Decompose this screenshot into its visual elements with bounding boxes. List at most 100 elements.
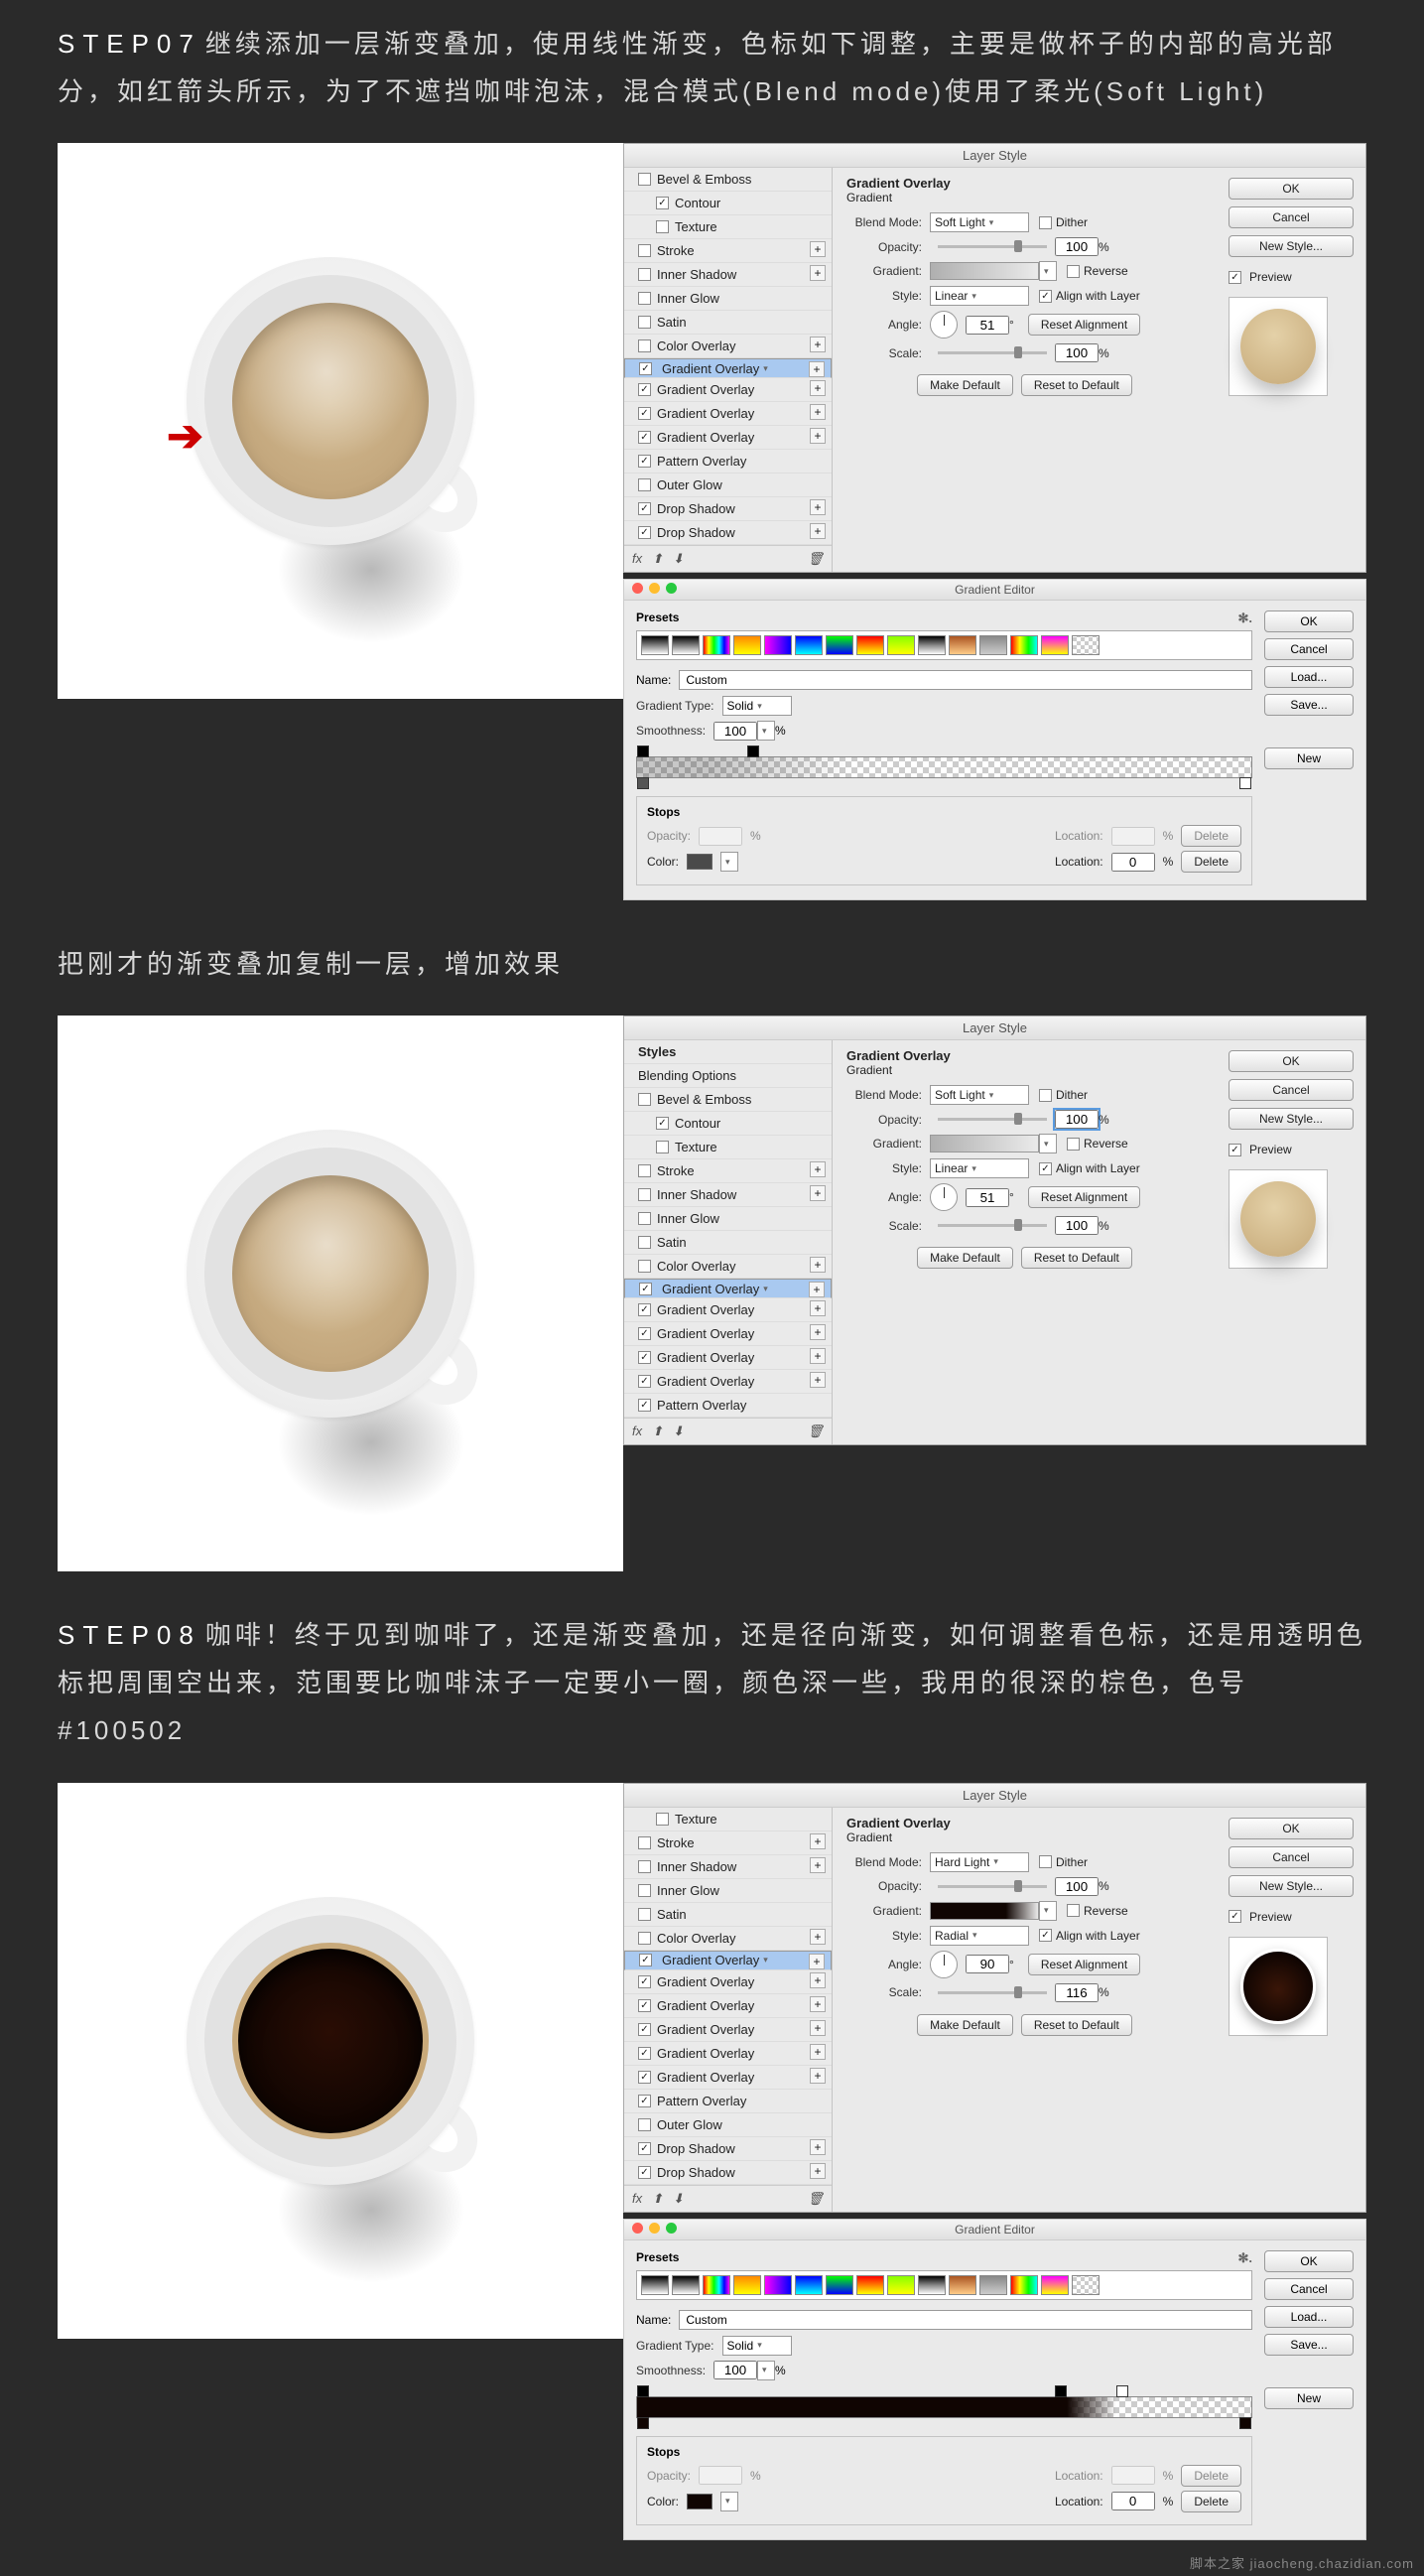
list-item[interactable]: Outer Glow xyxy=(624,2113,832,2137)
reset-alignment-button[interactable]: Reset Alignment xyxy=(1028,314,1140,336)
angle-dial[interactable] xyxy=(930,311,958,339)
checkbox-icon[interactable] xyxy=(638,244,651,257)
arrow-down-icon[interactable]: ⬇ xyxy=(673,2191,684,2207)
checkbox-icon[interactable] xyxy=(638,455,651,468)
scale-input[interactable] xyxy=(1055,1216,1099,1235)
list-item[interactable]: Gradient Overlay+ xyxy=(624,1346,832,1370)
color-stop[interactable] xyxy=(637,2417,649,2429)
reset-default-button[interactable]: Reset to Default xyxy=(1021,374,1132,396)
delete-button[interactable]: Delete xyxy=(1181,851,1241,873)
opacity-input[interactable] xyxy=(1055,1877,1099,1896)
trash-icon[interactable]: 🗑 xyxy=(807,551,824,567)
save-button[interactable]: Save... xyxy=(1264,2334,1354,2356)
color-stop[interactable] xyxy=(1239,2417,1251,2429)
trash-icon[interactable]: 🗑 xyxy=(807,2191,824,2207)
checkbox-icon[interactable] xyxy=(656,220,669,233)
save-button[interactable]: Save... xyxy=(1264,694,1354,716)
angle-input[interactable] xyxy=(966,1955,1009,1973)
ok-button[interactable]: OK xyxy=(1229,178,1354,200)
list-item[interactable]: Outer Glow xyxy=(624,474,832,497)
plus-icon[interactable]: + xyxy=(810,380,826,396)
list-item[interactable]: Color Overlay+ xyxy=(624,1927,832,1951)
angle-input[interactable] xyxy=(966,316,1009,335)
arrow-up-icon[interactable]: ⬆ xyxy=(652,551,663,567)
delete-button[interactable]: Delete xyxy=(1181,2465,1241,2487)
trash-icon[interactable]: 🗑 xyxy=(807,1424,824,1439)
cancel-button[interactable]: Cancel xyxy=(1229,206,1354,228)
ok-button[interactable]: OK xyxy=(1229,1050,1354,1072)
blend-mode-select[interactable]: Soft Light xyxy=(930,212,1029,232)
checkbox-icon[interactable] xyxy=(638,339,651,352)
plus-icon[interactable]: + xyxy=(810,241,826,257)
make-default-button[interactable]: Make Default xyxy=(917,2014,1013,2036)
gradient-type-select[interactable]: Solid xyxy=(722,696,792,716)
gradient-swatch[interactable] xyxy=(930,1135,1039,1152)
list-item[interactable]: Contour xyxy=(624,192,832,215)
presets-grid[interactable] xyxy=(636,2270,1252,2300)
opacity-input[interactable] xyxy=(1055,1110,1099,1129)
angle-dial[interactable] xyxy=(930,1183,958,1211)
plus-icon[interactable]: + xyxy=(810,404,826,420)
color-stop[interactable] xyxy=(637,777,649,789)
list-item[interactable]: Satin xyxy=(624,1231,832,1255)
checkbox-icon[interactable] xyxy=(1039,216,1052,229)
new-style-button[interactable]: New Style... xyxy=(1229,235,1354,257)
style-select[interactable]: Linear xyxy=(930,286,1029,306)
list-item[interactable]: Gradient Overlay+ xyxy=(624,1370,832,1394)
list-item[interactable]: Gradient Overlay+ xyxy=(624,1970,832,1994)
location-input[interactable] xyxy=(1111,2492,1155,2510)
cancel-button[interactable]: Cancel xyxy=(1229,1846,1354,1868)
new-button[interactable]: New xyxy=(1264,747,1354,769)
scale-input[interactable] xyxy=(1055,343,1099,362)
new-style-button[interactable]: New Style... xyxy=(1229,1875,1354,1897)
opacity-input[interactable] xyxy=(1055,237,1099,256)
scale-input[interactable] xyxy=(1055,1983,1099,2002)
close-icon[interactable] xyxy=(632,583,643,594)
scale-slider[interactable] xyxy=(938,1991,1047,1994)
list-item-selected[interactable]: Gradient Overlay+ xyxy=(624,1279,832,1298)
list-item-selected[interactable]: Gradient Overlay+ xyxy=(624,1951,832,1970)
ok-button[interactable]: OK xyxy=(1264,2250,1354,2272)
opacity-stop[interactable] xyxy=(747,746,759,757)
smoothness-input[interactable] xyxy=(713,722,757,741)
ok-button[interactable]: OK xyxy=(1264,610,1354,632)
list-item[interactable]: Inner Glow xyxy=(624,1207,832,1231)
checkbox-icon[interactable] xyxy=(1067,265,1080,278)
reset-default-button[interactable]: Reset to Default xyxy=(1021,1247,1132,1269)
color-swatch[interactable] xyxy=(687,2494,712,2509)
arrow-down-icon[interactable]: ⬇ xyxy=(673,551,684,567)
minimize-icon[interactable] xyxy=(649,2223,660,2234)
list-item[interactable]: Gradient Overlay+ xyxy=(624,378,832,402)
checkbox-icon[interactable] xyxy=(639,362,652,375)
list-item[interactable]: Gradient Overlay+ xyxy=(624,2018,832,2042)
plus-icon[interactable]: + xyxy=(810,428,826,444)
new-button[interactable]: New xyxy=(1264,2387,1354,2409)
window-controls[interactable] xyxy=(632,2223,677,2234)
list-item[interactable]: Stroke+ xyxy=(624,239,832,263)
checkbox-icon[interactable] xyxy=(638,478,651,491)
angle-dial[interactable] xyxy=(930,1951,958,1978)
color-swatch[interactable] xyxy=(687,854,712,870)
style-select[interactable]: Linear xyxy=(930,1158,1029,1178)
list-item[interactable]: Satin xyxy=(624,311,832,335)
opacity-slider[interactable] xyxy=(938,1118,1047,1121)
color-stop[interactable] xyxy=(1239,777,1251,789)
list-item[interactable]: Blending Options xyxy=(624,1064,832,1088)
gradient-name-input[interactable] xyxy=(679,2310,1252,2330)
list-item[interactable]: Satin xyxy=(624,1903,832,1927)
checkbox-icon[interactable] xyxy=(638,526,651,539)
ok-button[interactable]: OK xyxy=(1229,1818,1354,1839)
cancel-button[interactable]: Cancel xyxy=(1264,2278,1354,2300)
opacity-slider[interactable] xyxy=(938,245,1047,248)
gradient-swatch[interactable] xyxy=(930,1902,1039,1920)
presets-grid[interactable] xyxy=(636,630,1252,660)
plus-icon[interactable]: + xyxy=(809,361,825,377)
gradient-swatch[interactable] xyxy=(930,262,1039,280)
plus-icon[interactable]: + xyxy=(810,523,826,539)
reset-alignment-button[interactable]: Reset Alignment xyxy=(1028,1954,1140,1975)
plus-icon[interactable]: + xyxy=(810,337,826,352)
new-style-button[interactable]: New Style... xyxy=(1229,1108,1354,1130)
list-item[interactable]: Stroke+ xyxy=(624,1159,832,1183)
make-default-button[interactable]: Make Default xyxy=(917,1247,1013,1269)
checkbox-icon[interactable] xyxy=(638,316,651,329)
